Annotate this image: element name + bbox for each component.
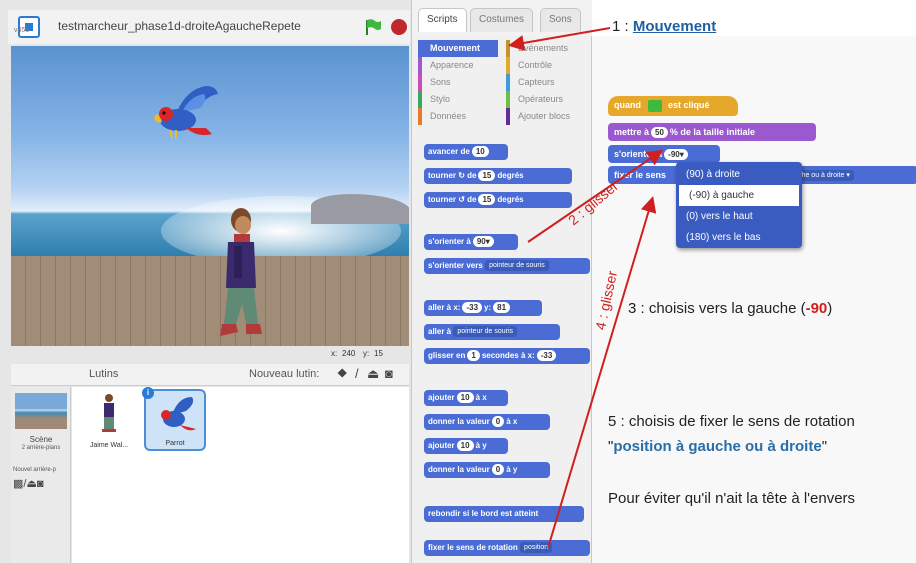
- category-motion[interactable]: Mouvement: [418, 40, 498, 57]
- category-looks[interactable]: Apparence: [418, 57, 498, 74]
- distant-hill: [311, 194, 409, 224]
- sprites-header: Lutins Nouveau lutin: ⯁ / ⏏ ◙: [11, 364, 409, 386]
- category-list: Mouvement Apparence Sons Stylo Données É…: [418, 40, 590, 132]
- block-change-y[interactable]: ajouter 10 à y: [424, 438, 508, 454]
- camera-backdrop-icon[interactable]: ◙: [37, 478, 44, 490]
- editor-tabs: Scripts Costumes Sons: [412, 0, 592, 36]
- stage-header: testmarcheur_phase1d-droiteAgaucheRepete: [8, 10, 410, 44]
- block-turn-right[interactable]: tourner ↻ de 15 degrés: [424, 168, 572, 184]
- block-change-x[interactable]: ajouter 10 à x: [424, 390, 508, 406]
- menu-item-down[interactable]: (180) vers le bas: [676, 227, 802, 248]
- y-label: y:: [363, 349, 370, 358]
- block-point-direction[interactable]: s'orienter à 90▾: [424, 234, 518, 250]
- boardwalk: [11, 256, 409, 346]
- category-data[interactable]: Données: [418, 108, 498, 125]
- version-label: v456: [14, 27, 30, 34]
- direction-dropdown-menu[interactable]: (90) à droite (-90) à gauche (0) vers le…: [676, 162, 802, 248]
- sprite-name: Parrot: [165, 440, 185, 447]
- category-more-blocks[interactable]: Ajouter blocs: [506, 108, 586, 125]
- stage-backdrop-count: 2 arrière-plans: [21, 445, 61, 451]
- green-flag-icon: [647, 99, 662, 112]
- sprite-tile-jaime[interactable]: Jaime Wal...: [78, 389, 140, 451]
- block-set-x[interactable]: donner la valeur 0 à x: [424, 414, 550, 430]
- annotation-step3: 3 : choisis vers la gauche (-90): [628, 300, 833, 317]
- block-move-steps[interactable]: avancer de 10: [424, 144, 508, 160]
- block-bounce[interactable]: rebondir si le bord est atteint: [424, 506, 584, 522]
- backdrop-library-icon[interactable]: ▩: [13, 478, 23, 490]
- camera-sprite-icon[interactable]: ◙: [385, 366, 393, 381]
- tab-sounds[interactable]: Sons: [540, 8, 581, 32]
- tab-costumes[interactable]: Costumes: [470, 8, 534, 32]
- y-value: 15: [374, 349, 383, 358]
- block-goto-xy[interactable]: aller à x: -33 y: 81: [424, 300, 542, 316]
- parrot-sprite[interactable]: [146, 84, 224, 142]
- paint-sprite-icon[interactable]: /: [355, 366, 359, 381]
- stop-icon[interactable]: [391, 19, 407, 35]
- category-control[interactable]: Contrôle: [506, 57, 586, 74]
- block-rotation-style[interactable]: fixer le sens de rotation position: [424, 540, 590, 556]
- menu-item-up[interactable]: (0) vers le haut: [676, 206, 802, 227]
- block-set-y[interactable]: donner la valeur 0 à y: [424, 462, 550, 478]
- annotation-step5-line2: "position à gauche ou à droite": [608, 438, 828, 455]
- upload-sprite-icon[interactable]: ⏏: [367, 366, 379, 382]
- category-pen[interactable]: Stylo: [418, 91, 498, 108]
- block-turn-left[interactable]: tourner ↺ de 15 degrés: [424, 192, 572, 208]
- x-value: 240: [342, 349, 356, 358]
- sprites-title: Lutins: [89, 368, 119, 380]
- category-events[interactable]: Événements: [506, 40, 586, 57]
- menu-item-right[interactable]: (90) à droite: [676, 164, 802, 185]
- info-icon[interactable]: i: [142, 387, 154, 399]
- backdrop-tools: ▩/⏏◙: [13, 477, 44, 490]
- menu-item-left[interactable]: (-90) à gauche: [679, 185, 799, 206]
- annotation-step1: 1 : Mouvement: [612, 18, 717, 35]
- project-title[interactable]: testmarcheur_phase1d-droiteAgaucheRepete: [58, 19, 301, 33]
- block-palette: Mouvement Apparence Sons Stylo Données É…: [412, 36, 592, 563]
- new-backdrop-label: Nouvel arrière-p: [13, 467, 57, 473]
- green-flag-icon[interactable]: [364, 18, 382, 36]
- parrot-thumbnail: [161, 397, 196, 431]
- category-sensing[interactable]: Capteurs: [506, 74, 586, 91]
- block-set-size[interactable]: mettre à 50% de la taille initiale: [608, 123, 816, 141]
- stage-thumbnail[interactable]: [15, 393, 67, 429]
- category-sound[interactable]: Sons: [418, 74, 498, 91]
- tab-scripts[interactable]: Scripts: [418, 8, 467, 32]
- stage-name: Scène: [29, 435, 53, 444]
- upload-backdrop-icon[interactable]: ⏏: [26, 478, 36, 490]
- annotation-step5-line3: Pour éviter qu'il n'ait la tête à l'enve…: [608, 490, 856, 507]
- choose-sprite-library-icon[interactable]: ⯁: [337, 366, 347, 382]
- block-when-flag-clicked[interactable]: quand est cliqué: [608, 96, 738, 116]
- sprite-tile-parrot[interactable]: i Parrot: [142, 387, 206, 451]
- walker-sprite[interactable]: [216, 206, 266, 346]
- stage-thumbnail-pane: Scène 2 arrière-plans Nouvel arrière-p ▩…: [11, 387, 71, 563]
- block-glide[interactable]: glisser en 1 secondes à x: -33: [424, 348, 590, 364]
- block-point-towards[interactable]: s'orienter vers pointeur de souris: [424, 258, 590, 274]
- category-operators[interactable]: Opérateurs: [506, 91, 586, 108]
- coordinates-readout: x: 240 y: 15: [11, 347, 409, 361]
- sprite-list: Jaime Wal... i Parrot: [72, 387, 409, 563]
- block-point-direction-script[interactable]: s'orienter à -90▾: [608, 145, 720, 163]
- sprite-name: Jaime Wal...: [89, 442, 129, 449]
- block-goto[interactable]: aller à pointeur de souris: [424, 324, 560, 340]
- annotation-step5-line1: 5 : choisis de fixer le sens de rotation: [608, 413, 855, 430]
- new-sprite-label: Nouveau lutin:: [249, 368, 320, 380]
- jaime-thumbnail: [102, 394, 116, 432]
- stage-canvas[interactable]: [11, 46, 409, 346]
- x-label: x:: [331, 349, 338, 358]
